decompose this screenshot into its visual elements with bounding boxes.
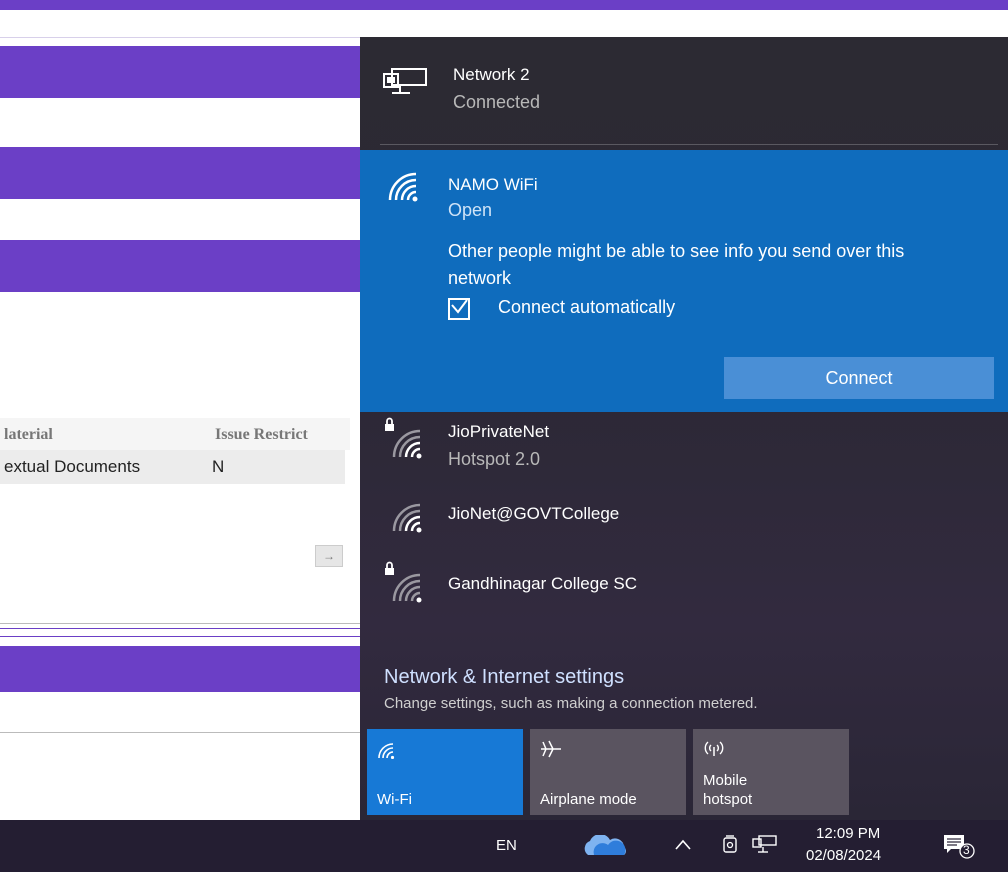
network-internet-settings-link[interactable]: Network & Internet settings [384, 666, 624, 689]
network-name: NAMO WiFi [448, 175, 538, 194]
network-name: Gandhinagar College SC [448, 574, 638, 593]
divider [0, 623, 360, 624]
airplane-mode-tile[interactable]: Airplane mode [530, 729, 686, 815]
wifi-tile[interactable]: Wi-Fi [367, 729, 523, 815]
section-header-band [0, 46, 360, 98]
section-header-band [0, 240, 360, 292]
tile-label-line2: hotspot [703, 791, 753, 808]
page-top-bar [0, 0, 1008, 10]
table-row[interactable]: extual Documents N [0, 450, 345, 484]
connect-automatically-label: Connect automatically [498, 297, 676, 317]
airplane-icon [540, 739, 562, 763]
mobile-hotspot-tile[interactable]: Mobile hotspot [693, 729, 849, 815]
table-header-row: laterial Issue Restrict [0, 418, 350, 450]
onedrive-cloud-icon[interactable] [578, 834, 632, 862]
network-flyout: Network 2 Connected NAMO WiFi Open Other… [360, 37, 1008, 820]
network-status: Open [448, 200, 493, 220]
taskbar: EN 12:09 PM 02/08/2024 3 [0, 820, 1008, 872]
table-cell-issue-restrict: N [212, 457, 225, 476]
table-cell-material: extual Documents [4, 457, 141, 476]
secured-wifi-icon [382, 417, 428, 464]
section-header-band [0, 147, 360, 199]
network-name: JioNet@GOVTCollege [448, 504, 620, 523]
tile-label: Airplane mode [540, 791, 637, 808]
tile-label: Mobile hotspot [703, 771, 752, 809]
wifi-icon [382, 499, 428, 538]
network-name: Network 2 [453, 65, 530, 84]
language-indicator[interactable]: EN [496, 837, 517, 854]
wifi-icon [377, 743, 399, 763]
network-name: JioPrivateNet [448, 422, 550, 441]
page-top-strip [0, 10, 1008, 38]
connect-automatically-checkbox[interactable] [448, 298, 470, 320]
tile-label-line1: Mobile [703, 772, 748, 789]
hotspot-icon [703, 739, 725, 761]
action-center-icon[interactable] [942, 833, 978, 864]
clock-date[interactable]: 02/08/2024 [806, 847, 881, 864]
connect-button[interactable]: Connect [724, 357, 994, 399]
network-ethernet-icon[interactable] [752, 835, 778, 860]
divider [0, 628, 360, 629]
ethernet-icon [382, 67, 430, 104]
divider [0, 732, 360, 733]
table-header-issue-restrict: Issue Restrict [215, 426, 308, 443]
network-settings-description: Change settings, such as making a connec… [384, 695, 758, 712]
scroll-right-button[interactable]: → [315, 545, 343, 567]
table-header-material: laterial [4, 426, 53, 443]
network-item-namo-wifi[interactable]: NAMO WiFi Open Other people might be abl… [360, 150, 1008, 412]
tile-label: Wi-Fi [377, 791, 412, 808]
divider [0, 636, 360, 637]
divider [380, 144, 998, 145]
network-status: Connected [453, 92, 541, 112]
meet-now-icon[interactable] [722, 834, 738, 859]
chevron-up-icon[interactable] [674, 838, 692, 857]
notification-count-badge: 3 [963, 843, 970, 857]
network-status: Hotspot 2.0 [448, 449, 541, 469]
section-header-band [0, 646, 360, 692]
secured-wifi-icon [382, 561, 428, 608]
wifi-icon [386, 172, 426, 207]
clock-time[interactable]: 12:09 PM [816, 825, 880, 842]
security-warning: Other people might be able to see info y… [448, 241, 905, 288]
